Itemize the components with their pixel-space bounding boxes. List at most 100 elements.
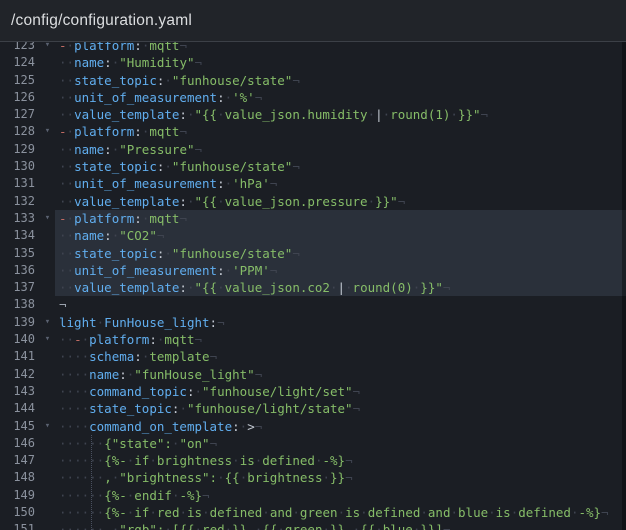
fold-gutter xyxy=(40,279,55,296)
line-number[interactable]: 125 xyxy=(0,72,40,89)
line-number[interactable]: 124 xyxy=(0,54,40,71)
line-number[interactable]: 127 xyxy=(0,106,40,123)
code-editor[interactable]: 123▾-·platform:·mqtt¬124··name:·"Humidit… xyxy=(0,42,626,530)
fold-arrow-icon[interactable]: ▾ xyxy=(40,314,55,331)
code-line[interactable]: 148······,·"brightness":·{{·brightness·}… xyxy=(0,469,626,486)
fold-arrow-icon[interactable]: ▾ xyxy=(40,42,55,54)
line-end-icon: ¬ xyxy=(157,228,165,243)
line-end-icon: ¬ xyxy=(481,107,489,122)
code-line[interactable]: 135··state_topic:·"funhouse/state"¬ xyxy=(0,245,626,262)
line-number[interactable]: 137 xyxy=(0,279,40,296)
line-number[interactable]: 146 xyxy=(0,435,40,452)
fold-gutter xyxy=(40,400,55,417)
line-number[interactable]: 141 xyxy=(0,348,40,365)
code-line[interactable]: 123▾-·platform:·mqtt¬ xyxy=(0,42,626,54)
code-line[interactable]: 126··unit_of_measurement:·'%'¬ xyxy=(0,89,626,106)
whitespace-dot-icon: · xyxy=(67,42,75,53)
token-str: "brightness": xyxy=(119,470,217,485)
line-number[interactable]: 147 xyxy=(0,452,40,469)
code-line[interactable]: 132 ··value_template:·"{{·value_json.pres… xyxy=(0,193,626,210)
code-line[interactable]: 145▾····command_on_template:·>¬ xyxy=(0,418,626,435)
line-number[interactable]: 148 xyxy=(0,469,40,486)
code-line[interactable]: 142 ····name:·"funHouse_light"¬ xyxy=(0,366,626,383)
token-str: [{{ xyxy=(172,522,195,530)
code-line[interactable]: 144····state_topic:·"funhouse/light/stat… xyxy=(0,400,626,417)
line-number[interactable]: 132 xyxy=(0,193,40,210)
line-number[interactable]: 126 xyxy=(0,89,40,106)
fold-gutter xyxy=(40,469,55,486)
line-number[interactable]: 149 xyxy=(0,487,40,504)
line-end-icon: ¬ xyxy=(195,55,203,70)
token-key: command_on_template xyxy=(89,419,232,434)
scrollbar-track[interactable] xyxy=(622,42,626,530)
line-end-icon: ¬ xyxy=(270,176,278,191)
code-line[interactable]: 134··name:·"CO2"¬ xyxy=(0,227,626,244)
token-key: state_topic xyxy=(89,401,172,416)
code-line[interactable]: 139▾light·FunHouse_light:¬ xyxy=(0,314,626,331)
code-line[interactable]: 151······,·"rgb":·[{{·red·}},·{{·green·}… xyxy=(0,521,626,530)
token-str: "{{ xyxy=(194,280,217,295)
token-str: mqtt xyxy=(149,211,179,226)
token-key: unit_of_measurement xyxy=(74,176,217,191)
line-number[interactable]: 130 xyxy=(0,158,40,175)
code-line[interactable]: 150······{%-·if·red·is·defined·and·green… xyxy=(0,504,626,521)
whitespace-dot-icon: · xyxy=(67,332,75,347)
line-number[interactable]: 150 xyxy=(0,504,40,521)
code-line[interactable]: 137··value_template:·"{{·value_json.co2·… xyxy=(0,279,626,296)
line-number[interactable]: 151 xyxy=(0,521,40,530)
code-line[interactable]: 136··unit_of_measurement:·'PPM'¬ xyxy=(0,262,626,279)
code-line[interactable]: 125··state_topic:·"funhouse/state"¬ xyxy=(0,72,626,89)
code-text: ····name:·"funHouse_light"¬ xyxy=(55,366,626,383)
line-number[interactable]: 133 xyxy=(0,210,40,227)
token-key: light xyxy=(59,315,97,330)
line-number[interactable]: 138 xyxy=(0,296,40,313)
code-line[interactable]: 129··name:·"Pressure"¬ xyxy=(0,141,626,158)
code-line[interactable]: 146······{"state":·"on"¬ xyxy=(0,435,626,452)
fold-gutter xyxy=(40,54,55,71)
line-number[interactable]: 142 xyxy=(0,366,40,383)
token-str: brightness xyxy=(157,453,232,468)
line-number[interactable]: 145 xyxy=(0,418,40,435)
line-end-icon: ¬ xyxy=(179,42,187,53)
whitespace-dot-icon: · xyxy=(89,453,97,468)
line-number[interactable]: 128 xyxy=(0,123,40,140)
code-line[interactable]: 141····schema:·template¬ xyxy=(0,348,626,365)
line-number[interactable]: 135 xyxy=(0,245,40,262)
fold-arrow-icon[interactable]: ▾ xyxy=(40,210,55,227)
code-line[interactable]: 127··value_template:·"{{·value_json.humi… xyxy=(0,106,626,123)
whitespace-dot-icon: · xyxy=(59,436,67,451)
whitespace-dot-icon: · xyxy=(67,488,75,503)
code-line[interactable]: 138¬ xyxy=(0,296,626,313)
whitespace-dot-icon: · xyxy=(67,436,75,451)
code-line[interactable]: 133▾-·platform:·mqtt¬ xyxy=(0,210,626,227)
code-line[interactable]: 128▾-·platform:·mqtt¬ xyxy=(0,123,626,140)
code-line[interactable]: 140▾··-·platform:·mqtt¬ xyxy=(0,331,626,348)
token-str: is xyxy=(345,505,360,520)
code-line[interactable]: 130··state_topic:·"funhouse/state"¬ xyxy=(0,158,626,175)
code-line[interactable]: 149 ······{%-·endif·-%}¬ xyxy=(0,487,626,504)
code-line[interactable]: 124··name:·"Humidity"¬ xyxy=(0,54,626,71)
line-number[interactable]: 143 xyxy=(0,383,40,400)
code-text: ······{%-·if·brightness·is·defined·-%}¬ xyxy=(55,452,626,469)
title-bar: /config/configuration.yaml xyxy=(0,0,626,42)
fold-arrow-icon[interactable]: ▾ xyxy=(40,123,55,140)
line-number[interactable]: 144 xyxy=(0,400,40,417)
code-line[interactable]: 131··unit_of_measurement:·'hPa'¬ xyxy=(0,175,626,192)
line-number[interactable]: 129 xyxy=(0,141,40,158)
fold-arrow-icon[interactable]: ▾ xyxy=(40,418,55,435)
code-line[interactable]: 147······{%-·if·brightness·is·defined·-%… xyxy=(0,452,626,469)
fold-arrow-icon[interactable]: ▾ xyxy=(40,331,55,348)
fold-gutter xyxy=(40,245,55,262)
code-line[interactable]: 143····command_topic:·"funhouse/light/se… xyxy=(0,383,626,400)
whitespace-dot-icon: · xyxy=(59,505,67,520)
line-number[interactable]: 140 xyxy=(0,331,40,348)
line-end-icon: ¬ xyxy=(195,142,203,157)
code-text: ······{%-·endif·-%}¬ xyxy=(55,487,626,504)
line-number[interactable]: 134 xyxy=(0,227,40,244)
line-number[interactable]: 123 xyxy=(0,42,40,54)
line-number[interactable]: 131 xyxy=(0,175,40,192)
code-text: ··value_template:·"{{·value_json.pressur… xyxy=(55,193,626,210)
line-number[interactable]: 139 xyxy=(0,314,40,331)
line-number[interactable]: 136 xyxy=(0,262,40,279)
token-key: value_template xyxy=(74,107,179,122)
